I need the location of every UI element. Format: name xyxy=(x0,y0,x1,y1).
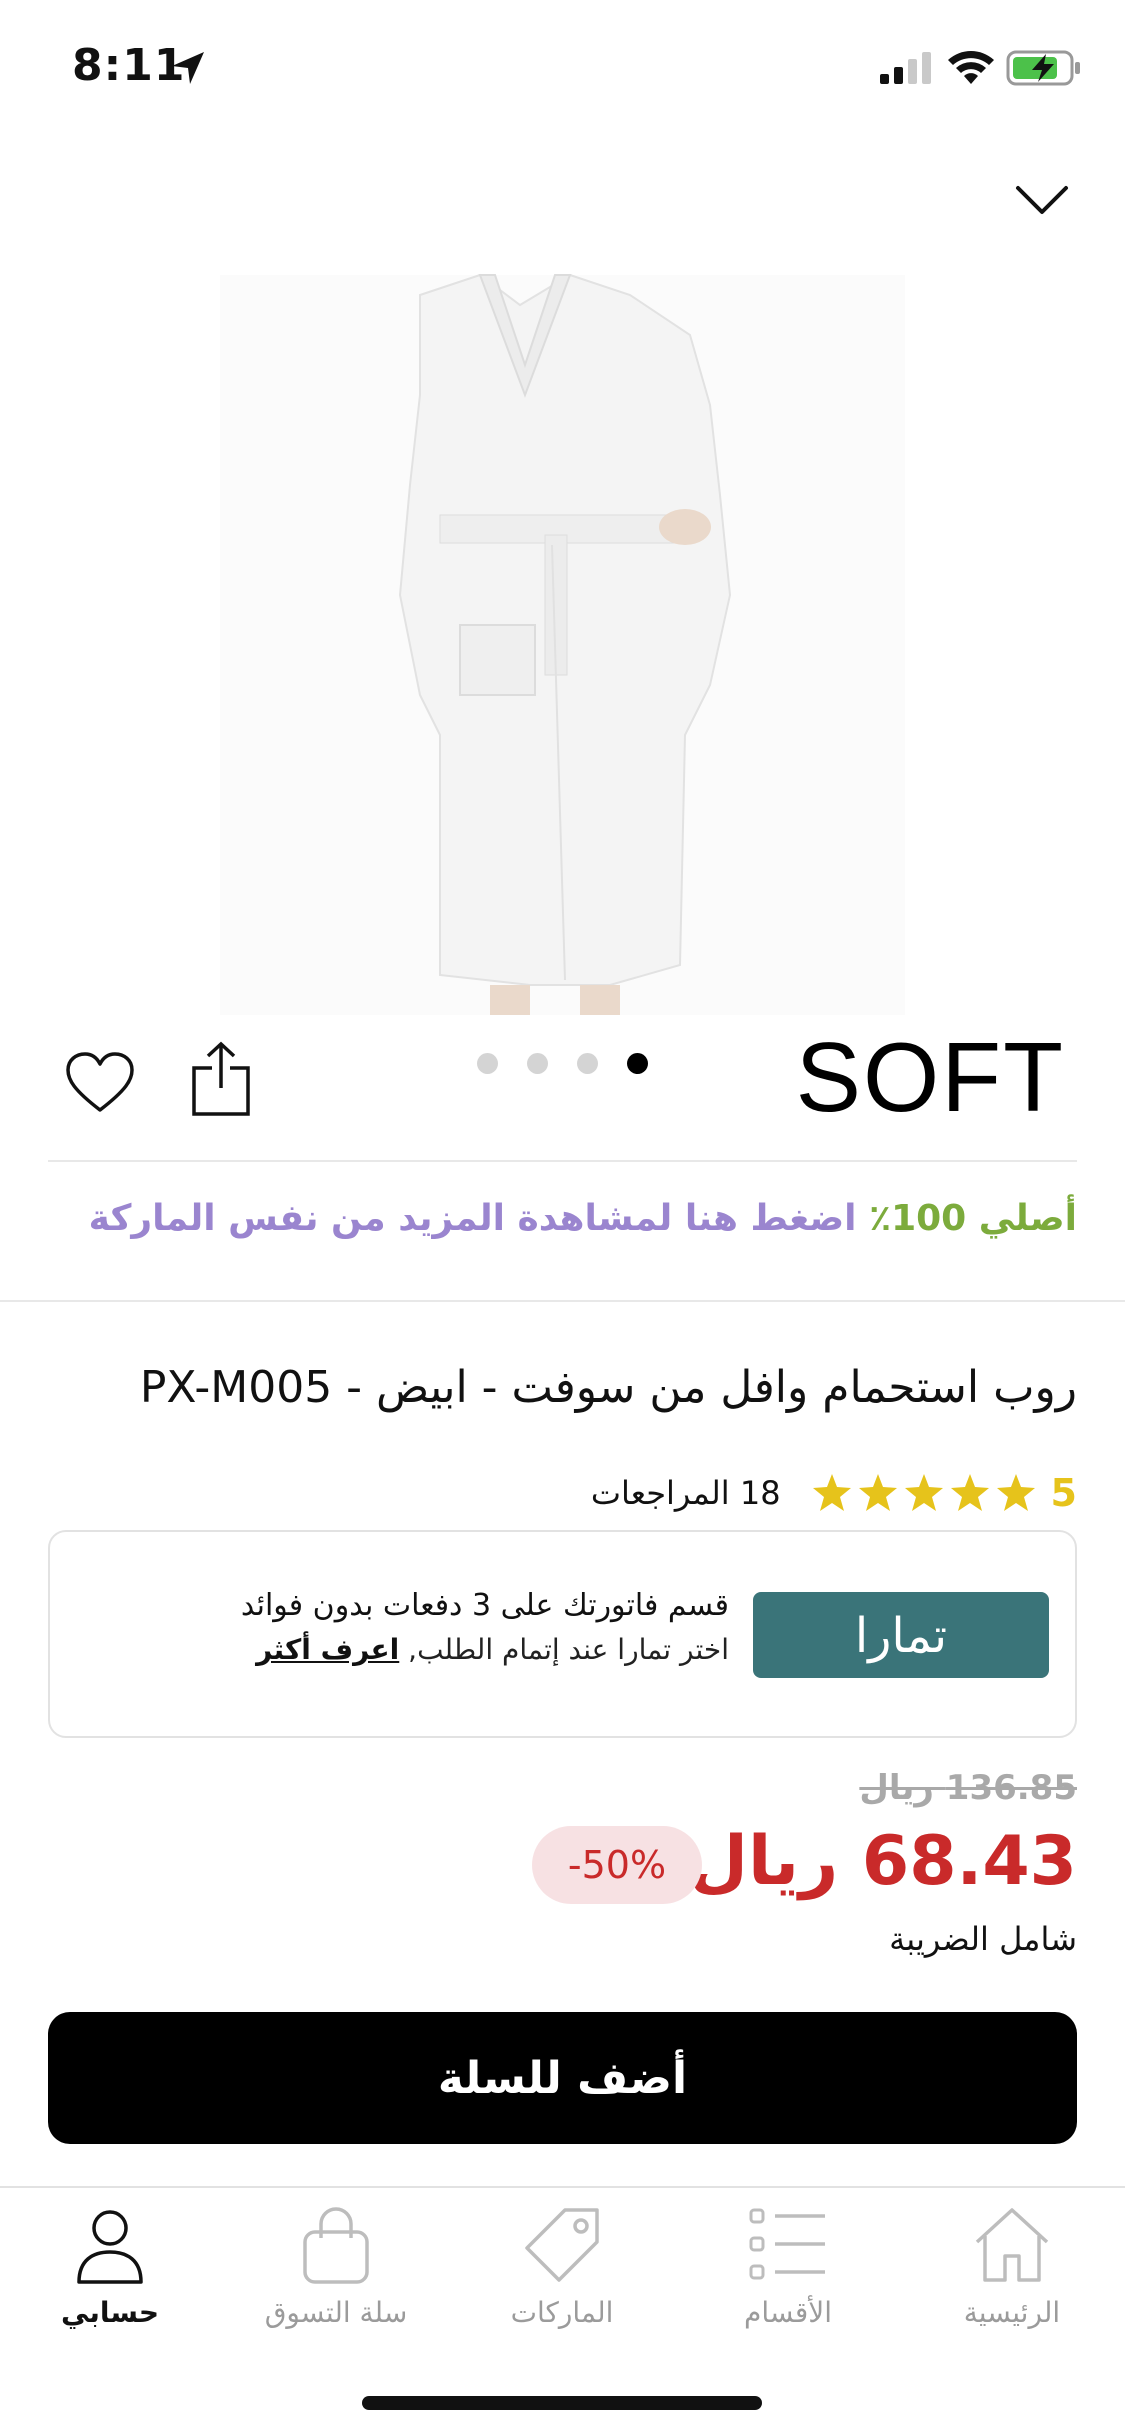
add-to-cart-button[interactable]: أضف للسلة xyxy=(48,2012,1077,2144)
rating-row[interactable]: 5 18 المراجعات xyxy=(591,1468,1077,1518)
tamara-subline: اختر تمارا عند إتمام الطلب, اعرف أكثر xyxy=(241,1633,729,1666)
brand-logo[interactable]: SOFT xyxy=(796,1028,1065,1126)
tab-label: الأقسام xyxy=(744,2296,832,2329)
product-title: روب استحمام وافل من سوفت - ابيض - PX-M00… xyxy=(139,1362,1077,1413)
star-icon xyxy=(812,1474,851,1511)
location-arrow-icon xyxy=(172,52,204,84)
divider xyxy=(48,1160,1077,1162)
battery-charging-icon xyxy=(1006,50,1080,86)
tab-home[interactable]: الرئيسية xyxy=(912,2202,1112,2352)
tamara-logo: تمارا xyxy=(753,1592,1049,1678)
old-price: 136.85 ريال xyxy=(859,1768,1077,1808)
tab-label: سلة التسوق xyxy=(264,2296,408,2329)
discount-badge: -50% xyxy=(532,1826,702,1904)
more-from-brand-link[interactable]: اضغط هنا لمشاهدة المزيد من نفس الماركة xyxy=(89,1198,857,1239)
star-icon xyxy=(858,1474,897,1511)
rating-value: 5 xyxy=(1050,1471,1077,1515)
star-icon xyxy=(996,1474,1035,1511)
home-icon xyxy=(975,2208,1049,2282)
status-bar: 8:11 xyxy=(0,0,1125,140)
tab-label: الرئيسية xyxy=(963,2296,1061,2329)
tax-note: شامل الضريبة xyxy=(889,1920,1077,1958)
carousel-dot[interactable] xyxy=(477,1053,498,1074)
original-badge-text: أصلي 100٪ xyxy=(869,1198,1077,1239)
carousel-dot-active[interactable] xyxy=(627,1053,648,1074)
wifi-icon xyxy=(948,51,994,84)
star-icon xyxy=(950,1474,989,1511)
heart-icon[interactable] xyxy=(64,1050,136,1116)
carousel-dot[interactable] xyxy=(527,1053,548,1074)
star-icon xyxy=(904,1474,943,1511)
tamara-logo-mark: تمارا xyxy=(855,1608,947,1664)
current-price: 68.43 ريال xyxy=(689,1822,1077,1901)
list-icon xyxy=(749,2208,825,2280)
user-icon xyxy=(77,2210,143,2284)
tab-label: حسابي xyxy=(60,2296,160,2329)
share-icon[interactable] xyxy=(190,1040,252,1118)
divider xyxy=(0,1300,1125,1302)
tab-categories[interactable]: الأقسام xyxy=(688,2202,888,2352)
tab-brands[interactable]: الماركات xyxy=(462,2202,662,2352)
tamara-headline: قسم فاتورتك على 3 دفعات بدون فوائد xyxy=(240,1588,729,1623)
shopping-bag-icon xyxy=(303,2207,369,2284)
tamara-logo-text: تمارا xyxy=(855,1608,947,1664)
reviews-count-link[interactable]: 18 المراجعات xyxy=(591,1474,781,1512)
chevron-down-icon[interactable] xyxy=(1012,180,1072,220)
tamara-subline-text: اختر تمارا عند إتمام الطلب, xyxy=(399,1633,729,1666)
brand-promo-link[interactable]: أصلي 100٪ اضغط هنا لمشاهدة المزيد من نفس… xyxy=(89,1198,1077,1239)
signal-icon xyxy=(880,52,931,84)
home-indicator[interactable] xyxy=(362,2396,762,2410)
tab-cart[interactable]: سلة التسوق xyxy=(236,2202,436,2352)
tag-icon xyxy=(525,2208,599,2282)
tab-label: الماركات xyxy=(510,2296,614,2329)
product-image[interactable] xyxy=(190,265,935,1025)
rating-stars xyxy=(811,1472,1037,1514)
carousel-dot[interactable] xyxy=(577,1053,598,1074)
tab-account[interactable]: حسابي xyxy=(10,2202,210,2352)
carousel-dots[interactable] xyxy=(477,1053,652,1075)
tamara-installments-card[interactable]: تمارا قسم فاتورتك على 3 دفعات بدون فوائد… xyxy=(48,1530,1077,1738)
tamara-learn-more-link[interactable]: اعرف أكثر xyxy=(256,1633,399,1666)
tamara-text: قسم فاتورتك على 3 دفعات بدون فوائد اختر … xyxy=(241,1588,729,1666)
